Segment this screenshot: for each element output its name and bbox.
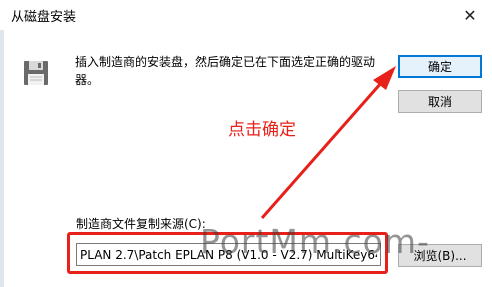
browse-button[interactable]: 浏览(B)... — [398, 244, 482, 267]
cancel-button[interactable]: 取消 — [398, 90, 482, 113]
ok-button[interactable]: 确定 — [398, 55, 482, 78]
source-path-label: 制造商文件复制来源(C): — [76, 217, 206, 231]
close-button[interactable]: ✕ — [448, 0, 492, 30]
annotation-label: 点击确定 — [228, 120, 296, 140]
window-edge — [0, 30, 4, 287]
floppy-disk-icon — [24, 61, 48, 85]
title-bar: 从磁盘安装 ✕ — [0, 0, 492, 30]
close-icon: ✕ — [463, 5, 477, 25]
annotation-highlight-box — [67, 232, 388, 274]
window-title: 从磁盘安装 — [11, 10, 77, 25]
instruction-text: 插入制造商的安装盘，然后确定已在下面选定正确的驱动器。 — [75, 55, 376, 87]
